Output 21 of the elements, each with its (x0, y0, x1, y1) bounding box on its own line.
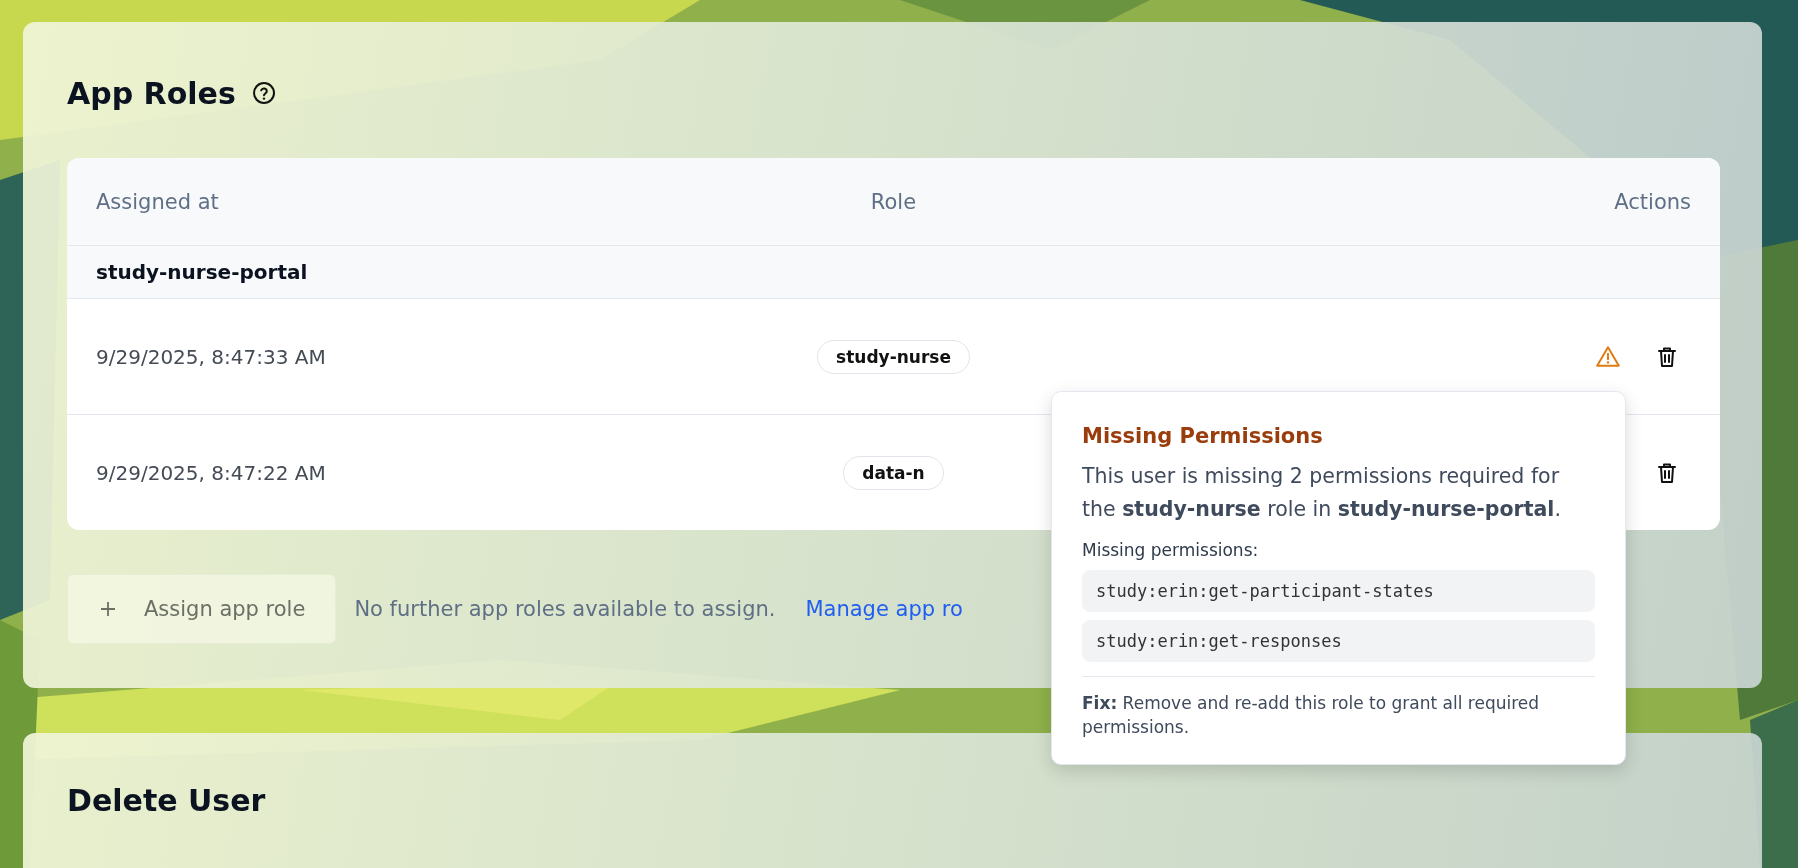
tooltip-message: This user is missing 2 permissions required for the study-nurse role in study-nurse-portal. (1082, 463, 1562, 523)
manage-roles-link[interactable]: Manage app ro (805, 597, 963, 621)
column-header: Role (870, 189, 917, 214)
help-icon[interactable] (251, 81, 276, 105)
role-tag: data-n (843, 455, 944, 490)
column-header: Actions (1614, 189, 1691, 214)
assigned-date: 9/29/2025, 8:47:22 AM (96, 460, 326, 485)
column-header: Assigned at (96, 189, 219, 214)
list-label: Missing permissions: (1082, 539, 1260, 560)
fix-note: Fix: Remove and re-add this role to grant all required permissions. (1082, 691, 1541, 740)
tooltip-title: Missing Permissions (1082, 424, 1324, 448)
section-title: Delete User (67, 783, 267, 818)
role-tag: study-nurse (817, 339, 970, 374)
info-text: No further app roles available to assign. (354, 597, 776, 621)
warning-icon[interactable] (1595, 343, 1621, 370)
permission-code: study:erin:get-participant-states (1082, 569, 1595, 612)
group-name: study-nurse-portal (96, 260, 308, 284)
permission-code: study:erin:get-responses (1082, 619, 1595, 662)
section-title: App Roles (67, 75, 236, 111)
plus-icon (98, 599, 118, 619)
assigned-date: 9/29/2025, 8:47:33 AM (96, 344, 326, 369)
